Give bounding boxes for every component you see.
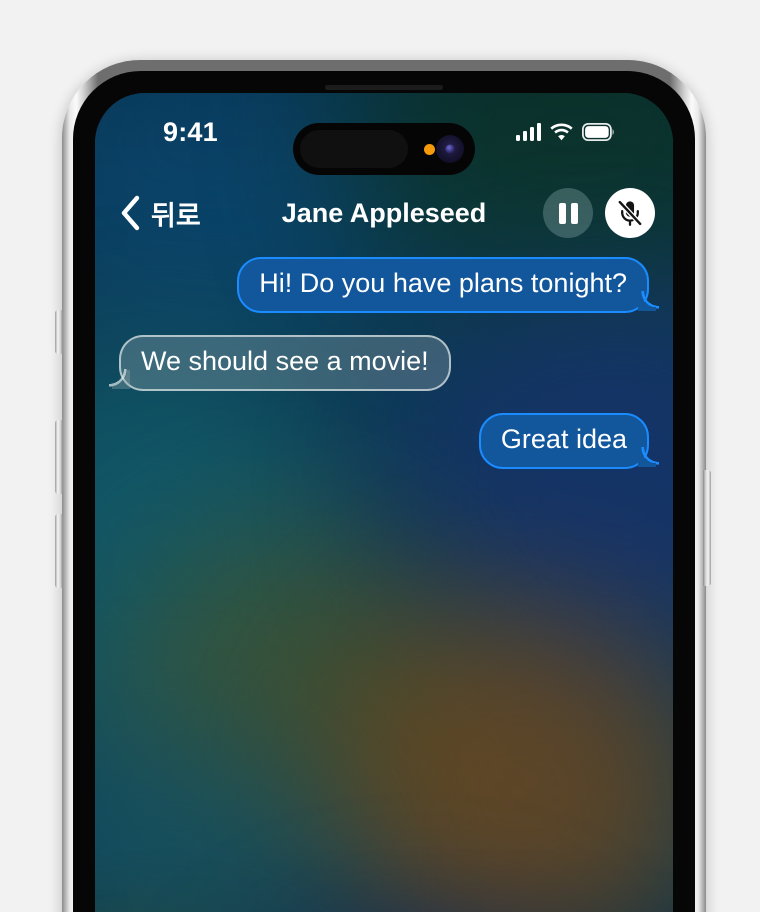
battery-full-icon: [582, 123, 614, 141]
pause-icon: [570, 202, 578, 224]
message-text: Great idea: [500, 423, 627, 454]
message-text: Hi! Do you have plans tonight?: [259, 268, 627, 298]
navigation-bar: 뒤로 Jane Appleseed: [95, 177, 673, 249]
power-button[interactable]: [703, 470, 711, 586]
dynamic-island[interactable]: [293, 123, 475, 175]
dynamic-island-pill: [300, 130, 408, 168]
volume-up-button[interactable]: [55, 420, 63, 494]
orange-mic-indicator-dot: [424, 144, 435, 155]
cellular-signal-icon: [516, 123, 541, 141]
device-bezel: 9:41 뒤로 Jane Appleseed Hi! Do you have p…: [73, 71, 695, 912]
pause-icon: [558, 202, 566, 224]
chevron-left-icon: [121, 195, 140, 231]
message-row: We should see a movie!: [109, 334, 659, 392]
earpiece-speaker: [325, 85, 443, 90]
wifi-icon: [550, 123, 573, 141]
action-button[interactable]: [55, 310, 63, 354]
volume-down-button[interactable]: [55, 514, 63, 588]
message-text: We should see a movie!: [141, 345, 429, 376]
device-screen: 9:41 뒤로 Jane Appleseed Hi! Do you have p…: [95, 93, 673, 912]
message-list: Hi! Do you have plans tonight? We should…: [95, 257, 673, 912]
message-bubble-sent[interactable]: Great idea: [478, 412, 660, 469]
message-bubble-received[interactable]: We should see a movie!: [109, 334, 451, 392]
message-bubble-sent[interactable]: Hi! Do you have plans tonight?: [237, 257, 659, 314]
page-background: 9:41 뒤로 Jane Appleseed Hi! Do you have p…: [0, 0, 760, 912]
status-bar-clock: 9:41: [163, 117, 218, 147]
mute-button[interactable]: [605, 188, 655, 238]
back-button-label: 뒤로: [151, 200, 201, 231]
front-camera-icon: [436, 135, 464, 163]
iphone-device-frame: 9:41 뒤로 Jane Appleseed Hi! Do you have p…: [62, 60, 706, 912]
pause-button[interactable]: [543, 188, 593, 238]
status-bar-indicators: [516, 123, 615, 141]
nav-bar-actions: [543, 188, 655, 238]
back-button[interactable]: 뒤로: [111, 188, 209, 239]
message-row: Great idea: [109, 412, 660, 469]
microphone-muted-icon: [616, 199, 644, 227]
message-row: Hi! Do you have plans tonight?: [109, 257, 659, 314]
